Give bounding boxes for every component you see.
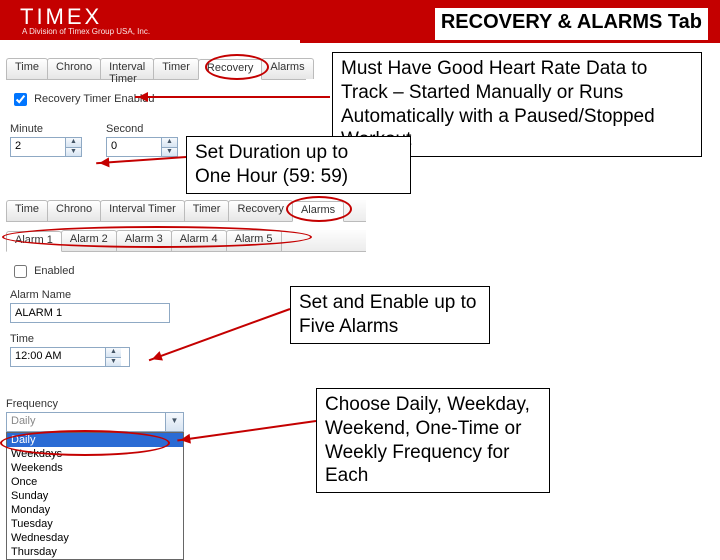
minute-label: Minute [10, 123, 82, 135]
tab-alarms[interactable]: Alarms [292, 201, 344, 222]
frequency-label: Frequency [6, 398, 184, 410]
minute-value[interactable]: 2 [11, 138, 65, 156]
second-label: Second [106, 123, 178, 135]
minute-spinner[interactable]: 2 ▲ ▼ [10, 137, 82, 157]
frequency-option-wednesday[interactable]: Wednesday [7, 531, 183, 545]
frequency-option-sunday[interactable]: Sunday [7, 489, 183, 503]
frequency-dropdown[interactable]: Daily ▼ DailyWeekdaysWeekendsOnceSundayM… [6, 412, 184, 560]
tab-interval-timer[interactable]: Interval Timer [100, 58, 154, 79]
logo-tagline: A Division of Timex Group USA, Inc. [22, 27, 150, 36]
frequency-toggle[interactable]: ▼ [165, 413, 183, 431]
tab-alarms[interactable]: Alarms [261, 58, 313, 79]
tab-recovery[interactable]: Recovery [198, 59, 262, 80]
alarm-name-input[interactable] [10, 303, 170, 323]
second-up[interactable]: ▲ [161, 138, 177, 147]
callout-duration: Set Duration up to One Hour (59: 59) [186, 136, 411, 194]
alarm-time-down[interactable]: ▼ [105, 357, 121, 367]
frequency-option-thursday[interactable]: Thursday [7, 545, 183, 559]
frequency-selected[interactable]: Daily [7, 413, 165, 431]
minute-up[interactable]: ▲ [65, 138, 81, 147]
subtab-alarm-1[interactable]: Alarm 1 [6, 231, 62, 252]
alarm-enabled-label: Enabled [34, 265, 74, 277]
alarm-time-spinner[interactable]: 12:00 AM ▲ ▼ [10, 347, 130, 367]
frequency-option-weekdays[interactable]: Weekdays [7, 447, 183, 461]
main-tabstrip-recovery: TimeChronoInterval TimerTimerRecoveryAla… [6, 58, 306, 80]
frequency-option-monday[interactable]: Monday [7, 503, 183, 517]
frequency-option-weekends[interactable]: Weekends [7, 461, 183, 475]
subtab-alarm-5[interactable]: Alarm 5 [226, 230, 282, 251]
alarm-subtabs: Alarm 1Alarm 2Alarm 3Alarm 4Alarm 5 [6, 230, 366, 252]
tab-chrono[interactable]: Chrono [47, 58, 101, 79]
frequency-option-tuesday[interactable]: Tuesday [7, 517, 183, 531]
subtab-alarm-3[interactable]: Alarm 3 [116, 230, 172, 251]
alarm-enabled-input[interactable] [14, 265, 27, 278]
tab-chrono[interactable]: Chrono [47, 200, 101, 221]
frequency-option-list[interactable]: DailyWeekdaysWeekendsOnceSundayMondayTue… [6, 432, 184, 560]
callout-frequency: Choose Daily, Weekday, Weekend, One-Time… [316, 388, 550, 493]
frequency-panel: Frequency Daily ▼ DailyWeekdaysWeekendsO… [6, 398, 184, 560]
second-value[interactable]: 0 [107, 138, 161, 156]
second-spinner[interactable]: 0 ▲ ▼ [106, 137, 178, 157]
tab-time[interactable]: Time [6, 200, 48, 221]
title-underline [300, 40, 720, 43]
frequency-option-once[interactable]: Once [7, 475, 183, 489]
recovery-enabled-input[interactable] [14, 93, 27, 106]
minute-down[interactable]: ▼ [65, 147, 81, 157]
header-bar: TIMEX A Division of Timex Group USA, Inc… [0, 0, 720, 40]
page-title: RECOVERY & ALARMS Tab [435, 8, 708, 40]
tab-timer[interactable]: Timer [153, 58, 199, 79]
alarm-enabled-checkbox[interactable]: Enabled [10, 265, 74, 277]
second-down[interactable]: ▼ [161, 147, 177, 157]
main-tabstrip-alarms: TimeChronoInterval TimerTimerRecoveryAla… [6, 200, 366, 222]
arrow-to-frequency [177, 420, 316, 441]
tab-time[interactable]: Time [6, 58, 48, 79]
tab-recovery[interactable]: Recovery [228, 200, 292, 221]
frequency-option-daily[interactable]: Daily [7, 433, 183, 447]
callout-fivealarms: Set and Enable up to Five Alarms [290, 286, 490, 344]
alarm-time-value[interactable]: 12:00 AM [11, 348, 105, 366]
arrow-to-recovery-checkbox [135, 96, 330, 98]
tab-interval-timer[interactable]: Interval Timer [100, 200, 185, 221]
alarm-time-up[interactable]: ▲ [105, 348, 121, 357]
subtab-alarm-4[interactable]: Alarm 4 [171, 230, 227, 251]
tab-timer[interactable]: Timer [184, 200, 230, 221]
subtab-alarm-2[interactable]: Alarm 2 [61, 230, 117, 251]
